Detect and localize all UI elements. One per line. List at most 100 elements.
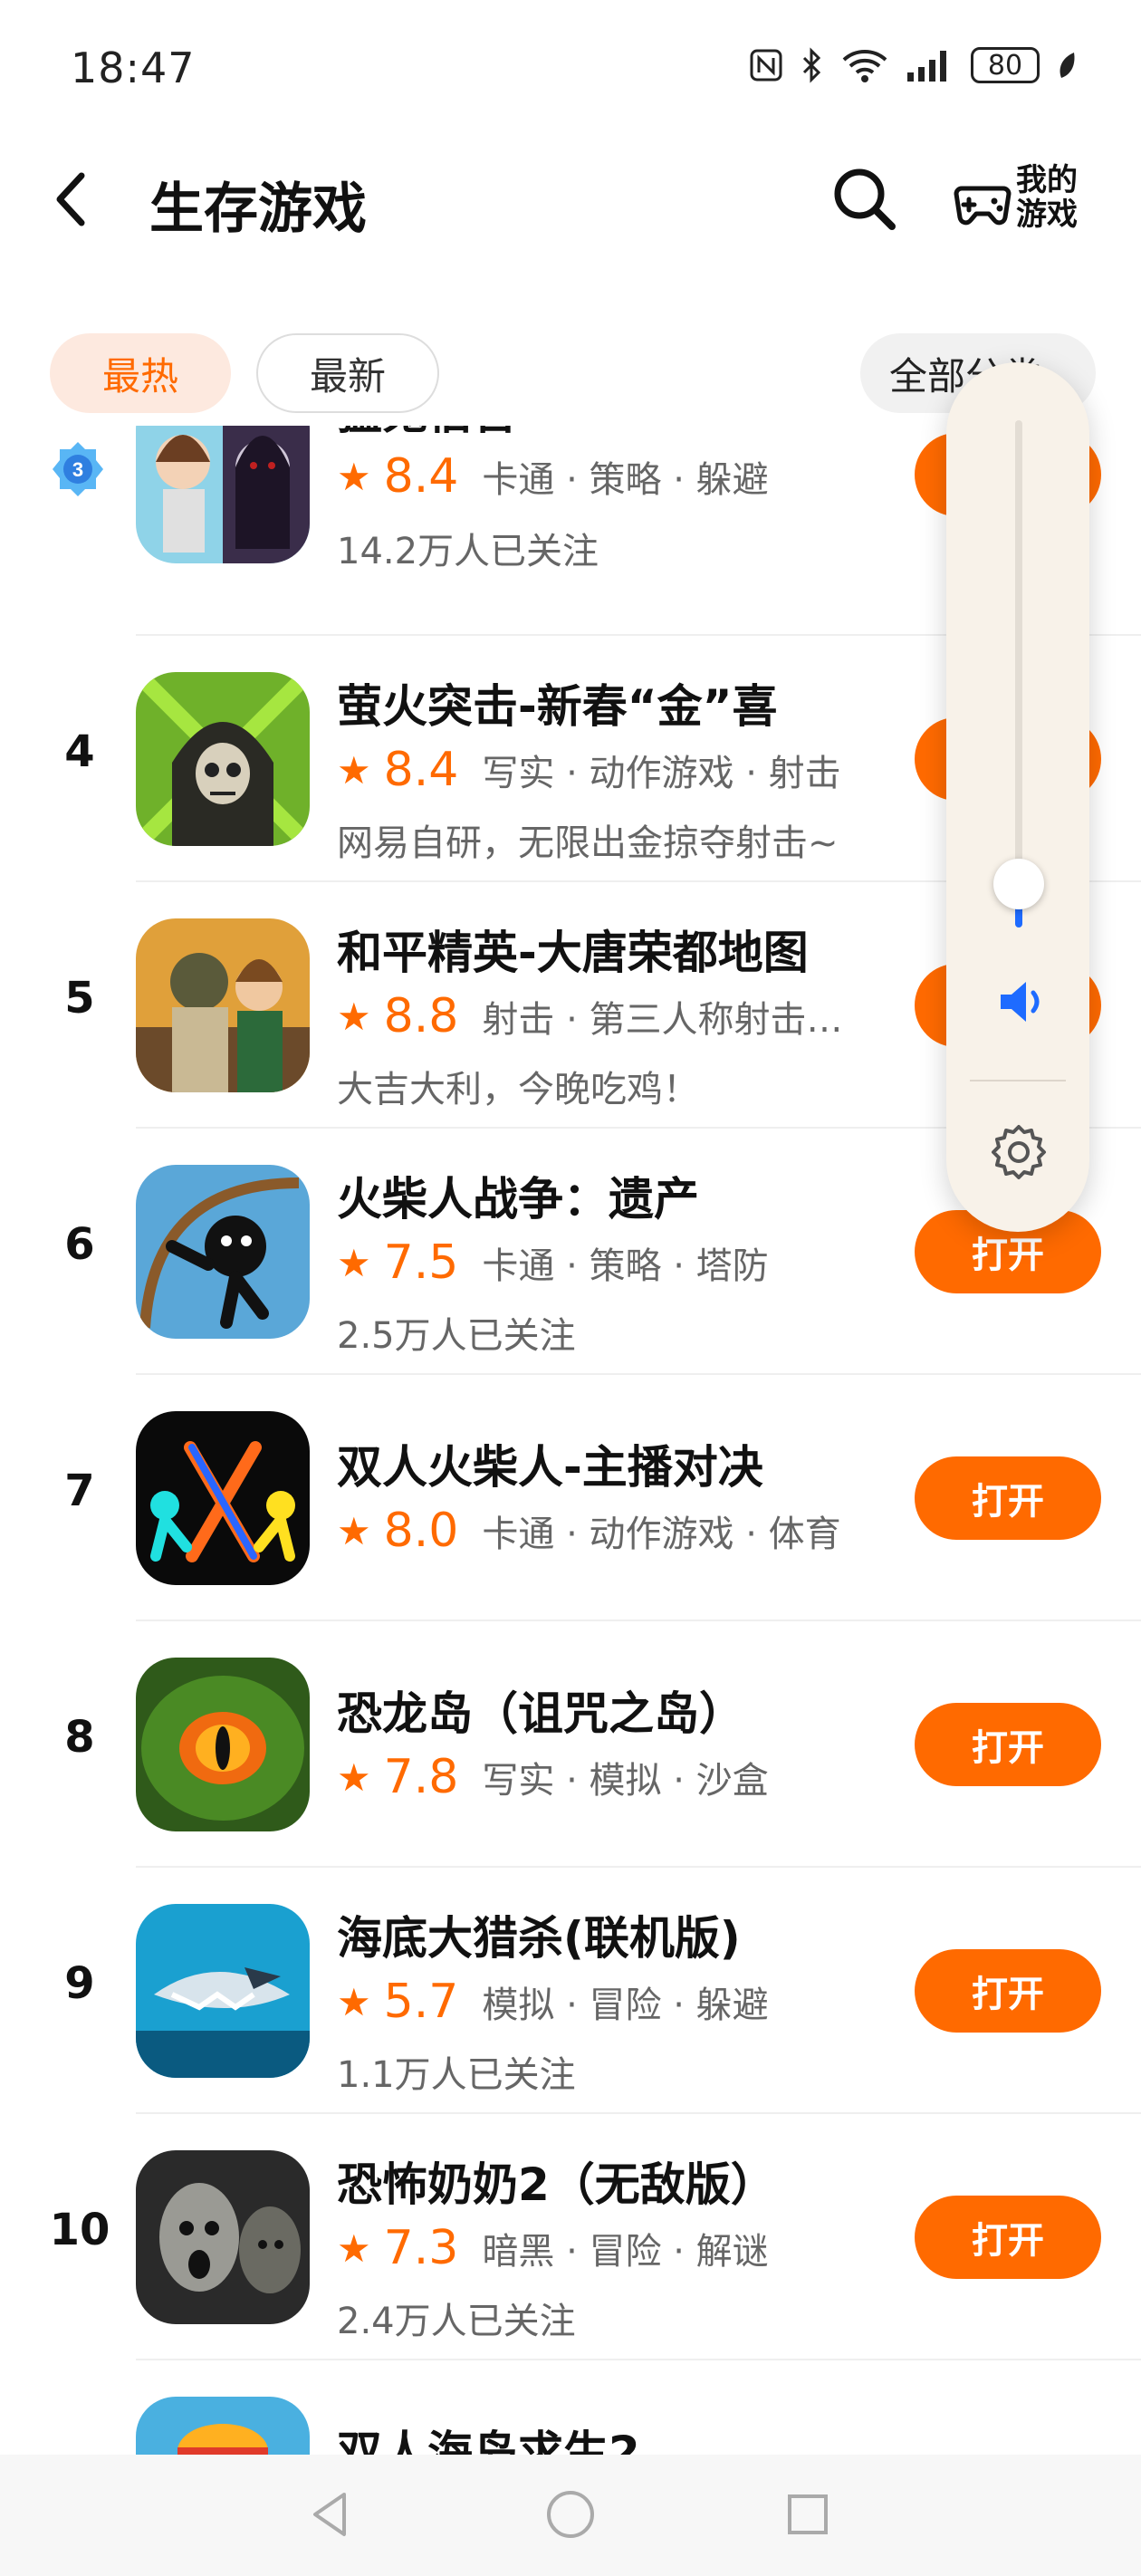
game-icon[interactable] [136,672,310,846]
game-name[interactable]: 恐龙岛（诅咒之岛） [337,1677,744,1743]
rank-number: 5 [64,973,95,1024]
rank-number: 7 [64,1466,95,1516]
game-tags: 模拟 · 冒险 · 躲避 [482,1985,769,2026]
status-bar: 18:47 80 [0,0,1141,136]
game-name[interactable]: 猛鬼宿舍 [337,426,518,442]
game-icon[interactable] [136,1904,310,2078]
star-icon: ★ [337,454,371,499]
my-games-label: 我的 游戏 [1016,162,1078,233]
open-button[interactable]: 打开 [915,1456,1101,1540]
game-meta: ★ 7.5 卡通 · 策略 · 塔防 [337,1235,769,1290]
game-tags: 暗黑 · 冒险 · 解谜 [482,2231,769,2273]
status-time: 18:47 [71,43,196,92]
list-item[interactable]: 9 海底大猎杀(联机版) ★ 5.7 模拟 · 冒险 · 躲避 1.1万人已关注… [0,1868,1141,2114]
list-item[interactable]: 7 双人火柴人-主播对决 ★ 8.0 卡通 · 动作游戏 · 体育 打开 [0,1375,1141,1621]
game-name[interactable]: 双人海岛求生2 [337,2417,640,2455]
game-tags: 卡通 · 策略 · 塔防 [482,1245,769,1287]
star-icon: ★ [337,994,371,1039]
star-icon: ★ [337,1979,371,2024]
game-desc: 大吉大利，今晚吃鸡！ [337,1069,699,1110]
game-desc: 1.1万人已关注 [337,2054,576,2096]
my-games-button[interactable]: 我的 游戏 [953,158,1098,241]
game-meta: ★ 7.3 暗黑 · 冒险 · 解谜 [337,2221,769,2275]
rank-number: 6 [64,1219,95,1270]
rank-badge-icon: 3 [53,442,103,496]
speaker-icon[interactable] [993,975,1048,1029]
rank-number: 9 [64,1958,95,2009]
list-item[interactable]: 8 恐龙岛（诅咒之岛） ★ 7.8 写实 · 模拟 · 沙盒 打开 [0,1621,1141,1868]
game-meta: ★ 8.4 卡通 · 策略 · 躲避 [337,449,769,504]
bluetooth-icon [802,47,821,83]
game-desc: 网易自研，无限出金掠夺射击~ [337,822,839,864]
game-icon[interactable] [136,1411,310,1585]
star-icon: ★ [337,1754,371,1800]
game-name[interactable]: 海底大猎杀(联机版) [337,1902,741,1967]
star-icon: ★ [337,1240,371,1285]
page-title: 生存游戏 [149,178,367,241]
game-score: 7.8 [383,1750,459,1804]
open-button[interactable]: 打开 [915,1949,1101,2033]
game-tags: 写实 · 动作游戏 · 射击 [482,753,841,794]
filter-new-chip[interactable]: 最新 [256,333,439,413]
game-desc: 14.2万人已关注 [337,531,599,572]
game-icon[interactable] [136,2397,310,2455]
game-meta: ★ 5.7 模拟 · 冒险 · 躲避 [337,1975,769,2029]
volume-panel [946,362,1089,1232]
game-meta: ★ 8.8 射击 · 第三人称射击… [337,989,843,1043]
back-arrow-icon[interactable] [45,163,100,235]
game-desc: 2.5万人已关注 [337,1315,576,1357]
status-icons: 80 [748,47,1078,83]
game-name[interactable]: 和平精英-大唐荣都地图 [337,917,809,982]
settings-gear-icon[interactable] [986,1120,1051,1185]
game-tags: 射击 · 第三人称射击… [482,999,843,1041]
system-nav-bar [0,2455,1141,2576]
rank-number: 8 [64,1712,95,1763]
search-icon[interactable] [829,163,901,235]
gamepad-icon [954,186,1012,226]
list-item[interactable]: 双人海岛求生2 [0,2360,1141,2455]
game-score: 8.4 [383,449,459,504]
wifi-icon [842,50,887,82]
rank-number: 10 [49,2205,110,2255]
nav-home-icon[interactable] [542,2485,599,2543]
open-button[interactable]: 打开 [915,2196,1101,2279]
open-button[interactable]: 打开 [915,1703,1101,1786]
game-tags: 卡通 · 动作游戏 · 体育 [482,1514,841,1555]
game-score: 7.3 [383,2221,459,2275]
game-tags: 写实 · 模拟 · 沙盒 [482,1760,769,1802]
filter-hot-chip[interactable]: 最热 [50,333,231,413]
game-icon[interactable] [136,426,310,563]
nfc-icon [750,49,782,82]
game-icon[interactable] [136,2150,310,2324]
game-score: 7.5 [383,1235,459,1290]
star-icon: ★ [337,747,371,793]
volume-slider-knob[interactable] [993,859,1044,909]
nav-back-icon[interactable] [302,2485,360,2543]
game-score: 8.4 [383,743,459,797]
game-icon[interactable] [136,1165,310,1339]
nav-recents-icon[interactable] [779,2485,837,2543]
game-name[interactable]: 萤火突击-新春“金”喜 [337,670,777,735]
rank-badge-number: 3 [72,458,83,481]
volume-slider-track[interactable] [1015,420,1022,928]
game-name[interactable]: 双人火柴人-主播对决 [337,1431,763,1496]
signal-icon [907,51,946,82]
game-meta: ★ 8.4 写实 · 动作游戏 · 射击 [337,743,841,797]
star-icon: ★ [337,2225,371,2271]
rank-number: 4 [64,726,95,777]
volume-panel-divider [970,1080,1066,1081]
game-name[interactable]: 恐怖奶奶2（无敌版） [337,2148,776,2214]
list-item[interactable]: 10 恐怖奶奶2（无敌版） ★ 7.3 暗黑 · 冒险 · 解谜 2.4万人已关… [0,2114,1141,2360]
page-header: 生存游戏 我的 游戏 [0,145,1141,254]
game-icon[interactable] [136,1658,310,1831]
game-score: 8.0 [383,1504,459,1558]
game-score: 5.7 [383,1975,459,2029]
battery-indicator: 80 [971,47,1040,83]
star-icon: ★ [337,1508,371,1553]
game-meta: ★ 7.8 写实 · 模拟 · 沙盒 [337,1750,769,1804]
game-name[interactable]: 火柴人战争：遗产 [337,1163,699,1228]
game-desc: 2.4万人已关注 [337,2301,576,2342]
game-icon[interactable] [136,918,310,1092]
leaf-icon [1060,53,1075,78]
game-meta: ★ 8.0 卡通 · 动作游戏 · 体育 [337,1504,841,1558]
